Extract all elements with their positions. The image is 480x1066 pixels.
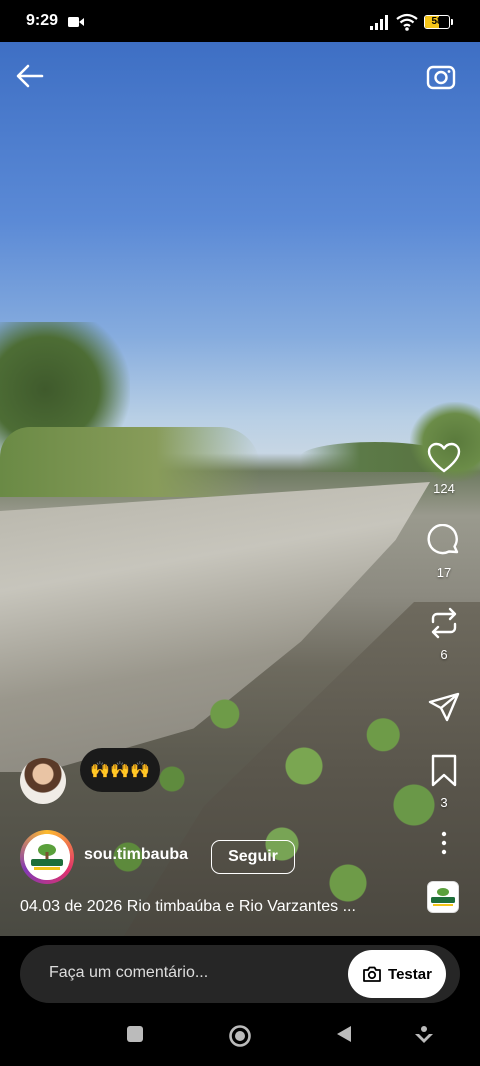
- signal-icon: [370, 15, 388, 30]
- author-username[interactable]: sou.timbauba: [84, 846, 188, 864]
- wifi-icon: [396, 13, 418, 31]
- comment-button[interactable]: 17: [420, 523, 468, 580]
- video-recording-icon: [68, 17, 84, 27]
- battery-percent: 58: [431, 16, 443, 27]
- like-button[interactable]: 124: [420, 442, 468, 496]
- back-button[interactable]: [14, 60, 46, 92]
- system-nav-bar: [0, 1010, 480, 1066]
- comment-placeholder: Faça um comentário...: [49, 964, 209, 981]
- back-arrow-icon: [16, 64, 44, 88]
- share-button[interactable]: [420, 690, 468, 729]
- reel-video[interactable]: [0, 42, 480, 936]
- follow-button[interactable]: Seguir: [211, 840, 295, 874]
- video-shrubs: [0, 427, 260, 497]
- audio-logo: [428, 882, 458, 912]
- featured-comment-bubble[interactable]: 🙌🙌🙌: [80, 748, 160, 792]
- more-options-button[interactable]: [420, 830, 468, 861]
- status-bar: 9:29 58: [0, 0, 480, 42]
- repost-button[interactable]: 6: [420, 606, 468, 662]
- commenter-avatar[interactable]: [20, 758, 66, 804]
- save-count: 3: [440, 795, 448, 810]
- recents-icon[interactable]: [125, 1024, 145, 1044]
- comment-icon: [427, 523, 459, 555]
- author-avatar[interactable]: [20, 830, 74, 884]
- featured-comment-text: 🙌🙌🙌: [90, 762, 150, 779]
- home-icon[interactable]: [228, 1024, 252, 1048]
- more-vertical-icon: [441, 831, 447, 855]
- reel-caption[interactable]: 04.03 de 2026 Rio timbaúba e Rio Varzant…: [20, 898, 400, 916]
- repost-count: 6: [440, 647, 448, 662]
- camera-button[interactable]: [424, 60, 458, 94]
- battery-indicator: 58: [424, 15, 450, 29]
- camera-icon: [426, 65, 456, 90]
- try-button[interactable]: Testar: [348, 950, 446, 998]
- bookmark-icon: [431, 754, 457, 787]
- back-nav-icon[interactable]: [334, 1024, 354, 1044]
- camera-icon: [363, 966, 381, 982]
- status-time: 9:29: [26, 12, 59, 29]
- assistant-icon[interactable]: [413, 1024, 435, 1046]
- author-logo: [24, 834, 70, 880]
- like-count: 124: [433, 481, 455, 496]
- save-button[interactable]: 3: [420, 754, 468, 810]
- heart-icon: [427, 442, 461, 473]
- audio-thumbnail[interactable]: [427, 881, 459, 913]
- repost-icon: [431, 607, 457, 639]
- try-label: Testar: [388, 965, 432, 983]
- video-plants: [40, 662, 480, 922]
- send-icon: [428, 692, 460, 722]
- battery-tip: [451, 19, 453, 25]
- comment-count: 17: [436, 565, 452, 580]
